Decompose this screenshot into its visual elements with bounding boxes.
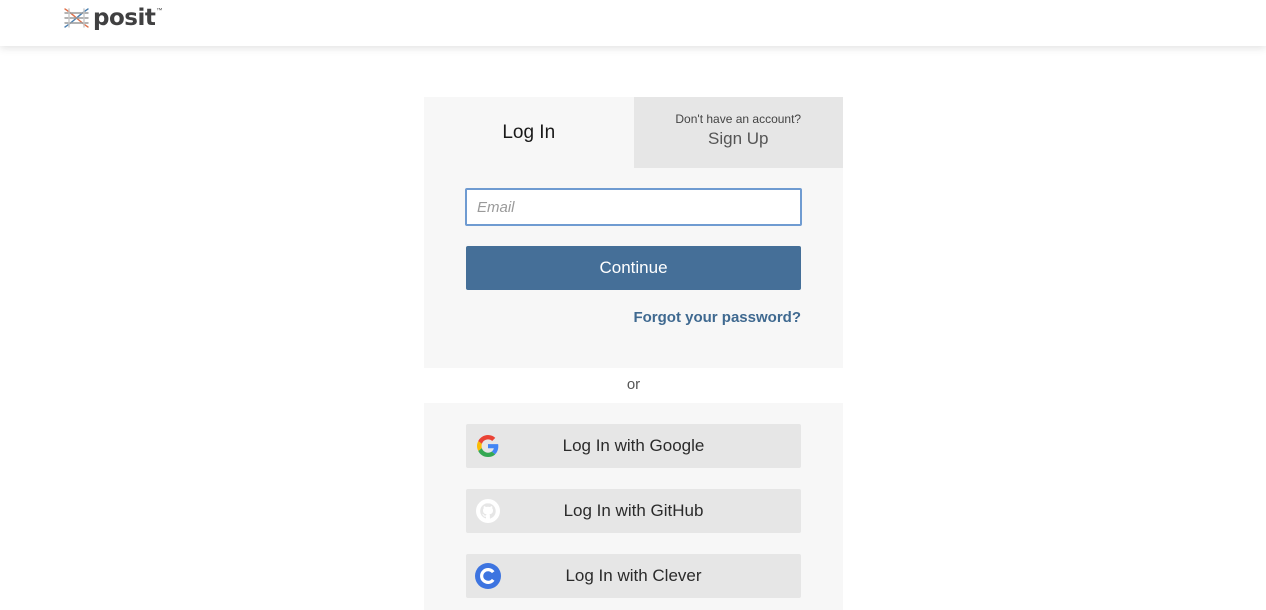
github-login-button[interactable]: Log In with GitHub — [466, 489, 801, 533]
signup-hint: Don't have an account? — [675, 112, 802, 126]
top-bar: posit ™ — [0, 0, 1266, 46]
tab-login[interactable]: Log In — [424, 97, 634, 168]
google-icon — [475, 433, 501, 459]
login-card: Log In Don't have an account? Sign Up Co… — [424, 97, 843, 368]
social-login-panel: Log In with Google Log In with GitHub Lo… — [424, 403, 843, 610]
github-login-label: Log In with GitHub — [563, 501, 704, 520]
auth-tabs: Log In Don't have an account? Sign Up — [424, 97, 843, 169]
clever-login-label: Log In with Clever — [565, 566, 702, 585]
google-login-button[interactable]: Log In with Google — [466, 424, 801, 468]
posit-logo[interactable]: posit ™ — [63, 4, 162, 32]
clever-login-button[interactable]: Log In with Clever — [466, 554, 801, 598]
tab-signup-label: Sign Up — [708, 129, 769, 148]
email-input[interactable] — [465, 188, 802, 226]
clever-icon — [475, 563, 501, 589]
brand-name: posit — [93, 4, 156, 31]
tab-login-label: Log In — [502, 121, 556, 143]
posit-logo-icon — [64, 8, 89, 28]
continue-button[interactable]: Continue — [466, 246, 801, 290]
or-divider: or — [626, 376, 641, 393]
forgot-password-link[interactable]: Forgot your password? — [633, 309, 801, 326]
google-login-label: Log In with Google — [562, 436, 705, 455]
brand-trademark: ™ — [156, 8, 163, 14]
github-icon — [475, 498, 501, 524]
tab-signup[interactable]: Don't have an account? Sign Up — [633, 97, 843, 168]
